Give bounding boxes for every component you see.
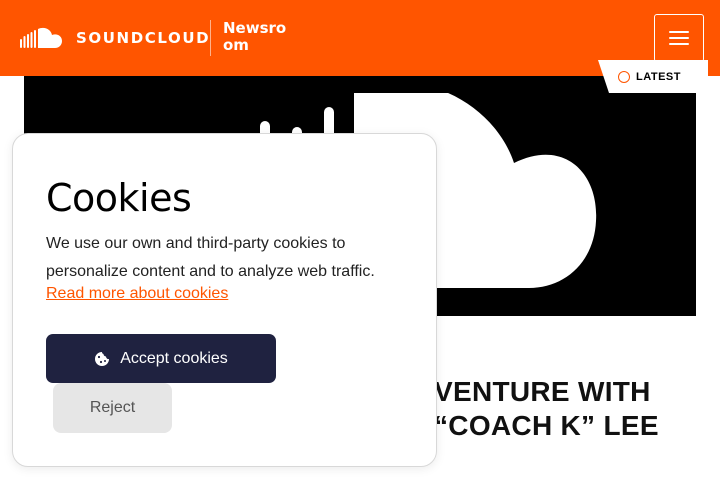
soundcloud-cloud-icon xyxy=(20,27,62,48)
headline-line-1: VENTURE WITH xyxy=(434,376,651,407)
cookie-banner: Cookies We use our own and third-party c… xyxy=(12,133,437,467)
cookie-banner-title: Cookies xyxy=(46,176,192,220)
reject-cookies-button[interactable]: Reject xyxy=(53,383,172,433)
headline-line-2: “COACH K” LEE xyxy=(434,410,659,441)
cookie-icon xyxy=(95,351,110,366)
header-divider xyxy=(210,20,211,56)
soundcloud-logo[interactable]: SOUNDCLOUD xyxy=(20,27,210,49)
latest-badge[interactable]: LATEST xyxy=(598,60,708,93)
section-title[interactable]: Newsroom xyxy=(223,20,287,54)
read-more-cookies-link[interactable]: Read more about cookies xyxy=(46,285,228,303)
accept-cookies-button[interactable]: Accept cookies xyxy=(46,334,276,383)
article-headline[interactable]: VENTURE WITH “COACH K” LEE xyxy=(434,375,694,443)
brand-name: SOUNDCLOUD xyxy=(76,29,211,47)
accept-cookies-label: Accept cookies xyxy=(120,349,228,367)
menu-button[interactable] xyxy=(654,14,704,62)
cookie-banner-description: We use our own and third-party cookies t… xyxy=(46,235,375,280)
clock-icon xyxy=(618,70,630,83)
hero-image-top xyxy=(24,76,696,93)
latest-label: LATEST xyxy=(636,70,681,83)
hamburger-menu-icon xyxy=(669,31,689,45)
